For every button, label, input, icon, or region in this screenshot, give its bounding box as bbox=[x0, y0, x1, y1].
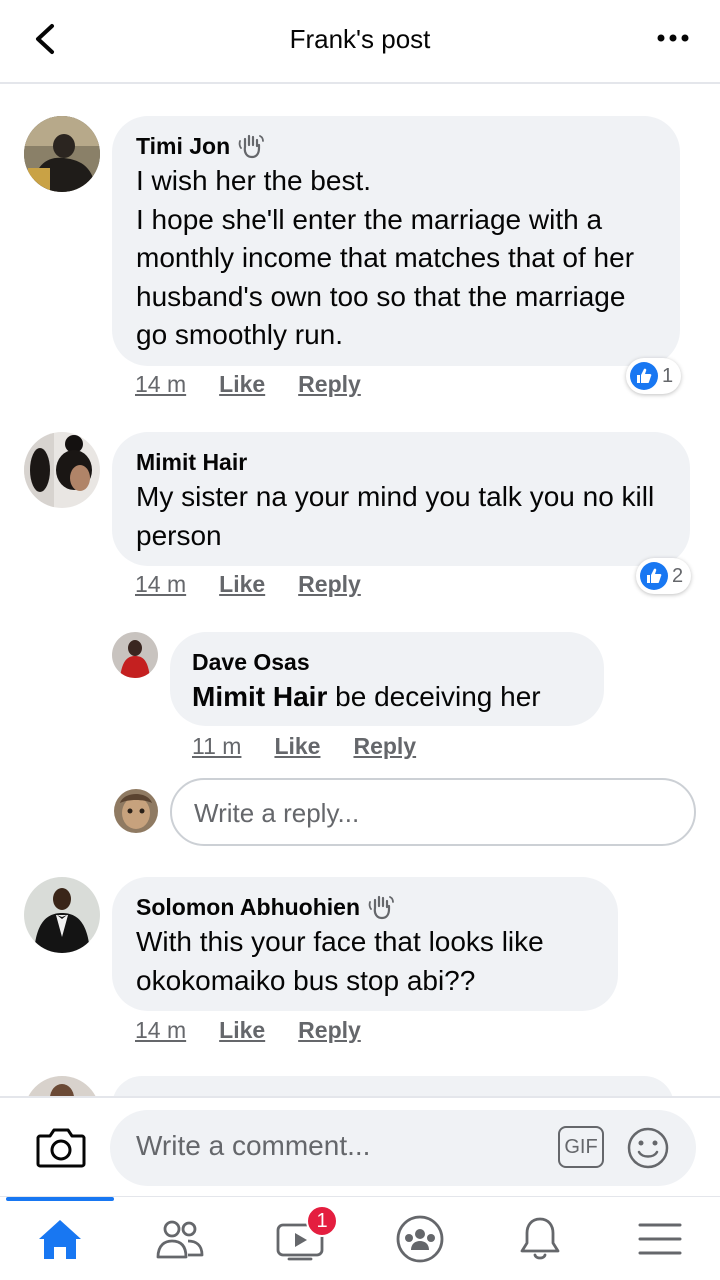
tab-notifications[interactable] bbox=[480, 1197, 600, 1280]
avatar-timi-jon[interactable] bbox=[24, 116, 100, 192]
mention-link[interactable]: Mimit Hair bbox=[192, 681, 327, 712]
like-button[interactable]: Like bbox=[274, 733, 320, 760]
comment-bubble[interactable]: Mimit Hair My sister na your mind you ta… bbox=[112, 432, 690, 566]
avatar-dave-osas[interactable] bbox=[112, 632, 158, 678]
like-button[interactable]: Like bbox=[219, 1017, 265, 1044]
comment-body: be deceiving her bbox=[327, 681, 541, 712]
reaction-number: 1 bbox=[662, 364, 674, 387]
comment-input[interactable]: Write a comment... GIF bbox=[110, 1110, 696, 1186]
reaction-count[interactable]: 2 bbox=[636, 558, 692, 594]
comment-time[interactable]: 14 m bbox=[135, 371, 186, 398]
comment-text: I wish her the best. I hope she'll enter… bbox=[136, 165, 635, 350]
reply-button[interactable]: Reply bbox=[298, 1017, 361, 1044]
avatar-mimit-hair[interactable] bbox=[24, 432, 100, 508]
reply-button[interactable]: Reply bbox=[353, 733, 416, 760]
avatar-image bbox=[24, 432, 100, 508]
friends-icon bbox=[156, 1220, 204, 1259]
avatar-image bbox=[24, 116, 100, 192]
author-name[interactable]: Mimit Hair bbox=[136, 446, 247, 478]
like-reaction-icon bbox=[640, 562, 668, 590]
page-title: Frank's post bbox=[289, 24, 431, 54]
tab-friends[interactable] bbox=[120, 1197, 240, 1280]
comment-author[interactable]: Dave Osas bbox=[192, 646, 582, 678]
like-button[interactable]: Like bbox=[219, 371, 265, 398]
reply-button[interactable]: Reply bbox=[298, 371, 361, 398]
current-user-avatar bbox=[114, 789, 158, 833]
comment-composer: Write a comment... GIF bbox=[0, 1096, 720, 1196]
comment-time[interactable]: 11 m bbox=[192, 733, 241, 760]
author-name[interactable]: Dave Osas bbox=[192, 646, 310, 678]
wave-hand-icon bbox=[238, 134, 265, 159]
avatar-image bbox=[114, 789, 158, 833]
camera-icon[interactable] bbox=[36, 1126, 86, 1168]
reply-placeholder: Write a reply... bbox=[194, 798, 360, 828]
bottom-tab-bar: 1 bbox=[0, 1196, 720, 1280]
author-name[interactable]: Timi Jon bbox=[136, 130, 230, 162]
comment-bubble[interactable]: Solomon Abhuohien With this your face th… bbox=[112, 877, 618, 1011]
top-bar: Frank's post bbox=[0, 0, 720, 84]
tab-home[interactable] bbox=[0, 1197, 120, 1280]
emoji-icon[interactable] bbox=[626, 1126, 670, 1170]
groups-icon bbox=[396, 1215, 444, 1263]
comment-actions: 14 m Like Reply bbox=[135, 1017, 361, 1044]
reaction-count[interactable]: 1 bbox=[626, 358, 682, 394]
avatar-solomon-abhuohien[interactable] bbox=[24, 877, 100, 953]
like-button[interactable]: Like bbox=[219, 571, 265, 598]
reaction-number: 2 bbox=[672, 564, 684, 587]
like-reaction-icon bbox=[630, 362, 658, 390]
menu-icon bbox=[638, 1223, 682, 1255]
comment-actions: 11 m Like Reply bbox=[192, 733, 416, 760]
wave-hand-icon bbox=[368, 895, 394, 920]
comment-placeholder: Write a comment... bbox=[136, 1130, 371, 1161]
bell-icon bbox=[520, 1217, 560, 1260]
gif-button[interactable]: GIF bbox=[558, 1126, 604, 1168]
comment-time[interactable]: 14 m bbox=[135, 571, 186, 598]
comment-text: My sister na your mind you talk you no k… bbox=[136, 481, 655, 551]
avatar-image bbox=[24, 877, 100, 953]
comment-bubble[interactable]: Timi Jon I wish her the best. I hope she… bbox=[112, 116, 680, 366]
comment-actions: 14 m Like Reply bbox=[135, 571, 361, 598]
notification-badge: 1 bbox=[306, 1205, 338, 1237]
author-name[interactable]: Solomon Abhuohien bbox=[136, 891, 360, 923]
home-icon bbox=[39, 1220, 81, 1259]
comment-time[interactable]: 14 m bbox=[135, 1017, 186, 1044]
reply-bubble[interactable]: Dave Osas Mimit Hair be deceiving her bbox=[170, 632, 604, 726]
tab-watch[interactable]: 1 bbox=[240, 1197, 360, 1280]
comment-author[interactable]: Timi Jon bbox=[136, 130, 656, 162]
tab-groups[interactable] bbox=[360, 1197, 480, 1280]
tab-menu[interactable] bbox=[600, 1197, 720, 1280]
more-options-icon[interactable] bbox=[656, 28, 690, 48]
reply-button[interactable]: Reply bbox=[298, 571, 361, 598]
comment-author[interactable]: Solomon Abhuohien bbox=[136, 891, 594, 923]
comment-text: Mimit Hair be deceiving her bbox=[192, 678, 582, 717]
avatar-image bbox=[112, 632, 158, 678]
comment-actions: 14 m Like Reply bbox=[135, 371, 361, 398]
comment-author[interactable]: Mimit Hair bbox=[136, 446, 666, 478]
reply-input[interactable]: Write a reply... bbox=[170, 778, 696, 846]
comment-text: With this your face that looks like okok… bbox=[136, 926, 544, 996]
